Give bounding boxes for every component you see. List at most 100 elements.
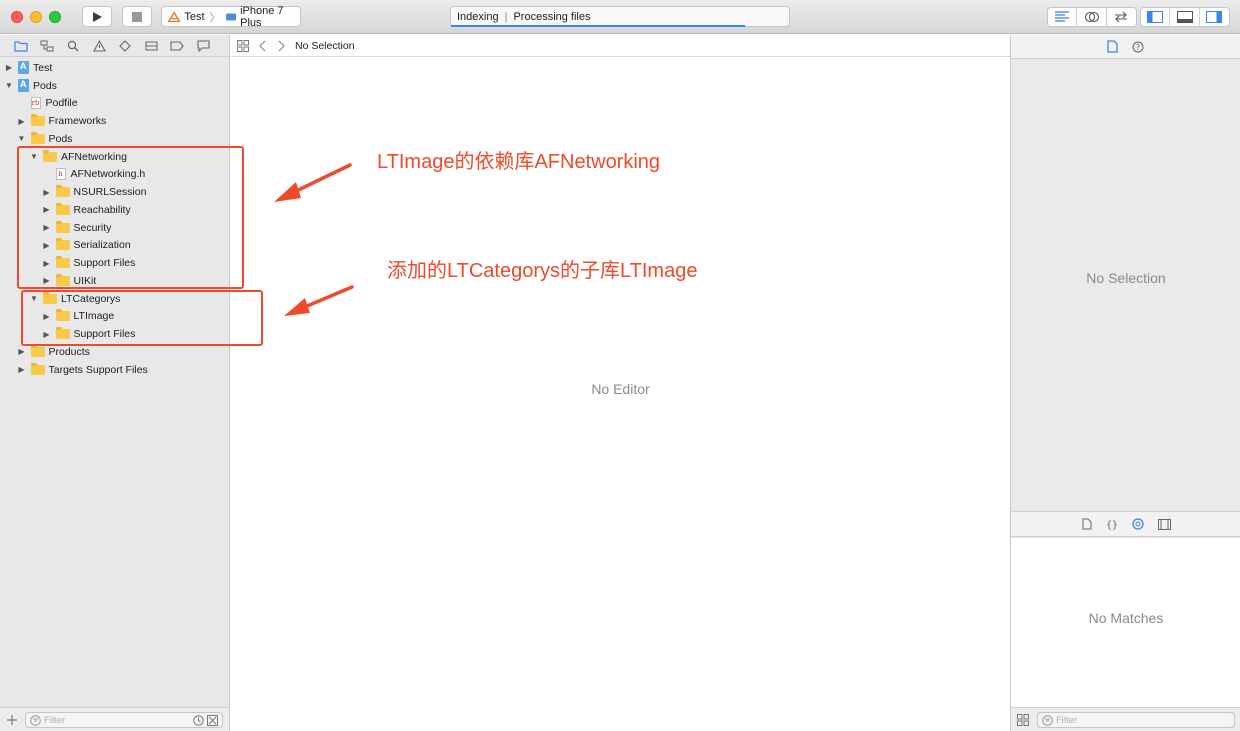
tree-row-label: Products: [48, 345, 90, 358]
issue-navigator-tab[interactable]: [92, 39, 106, 53]
find-navigator-tab[interactable]: [66, 39, 80, 53]
disclosure-expanded-icon[interactable]: ▼: [17, 134, 27, 143]
media-library-icon[interactable]: [1157, 518, 1171, 530]
search-icon: [67, 40, 79, 51]
scheme-device-label: iPhone 7 Plus: [240, 4, 284, 29]
folder-icon: [14, 40, 28, 52]
file-template-icon[interactable]: [1082, 518, 1092, 530]
assistant-editor-button[interactable]: [1077, 8, 1107, 26]
chevron-left-icon[interactable]: [259, 40, 267, 52]
source-control-icon: [40, 40, 54, 51]
debug-gauge-icon: [145, 41, 157, 50]
navigator-tab-bar: [0, 35, 229, 57]
tree-row-label: Test: [33, 61, 53, 74]
xcode-project-icon: [18, 61, 29, 75]
inspector-tab-bar: ?: [1011, 35, 1240, 59]
object-library-icon[interactable]: [1131, 518, 1144, 530]
disclosure-collapsed-icon[interactable]: ▶: [17, 117, 27, 126]
linked-circles-icon: [1084, 11, 1099, 23]
filter-icon: [30, 715, 41, 726]
library-empty-label: No Matches: [1088, 610, 1164, 626]
standard-editor-button[interactable]: [1048, 8, 1078, 26]
xcode-project-icon: [18, 79, 29, 93]
scm-filter-icon[interactable]: [207, 715, 218, 726]
library-tab-bar: {}: [1011, 511, 1240, 537]
related-items-grid-icon[interactable]: [237, 39, 249, 52]
tree-row[interactable]: ▶ Frameworks: [0, 112, 229, 130]
folder-icon: [30, 114, 45, 127]
afnetworking-highlight-box: [17, 146, 244, 289]
bottom-panel-icon: [1176, 11, 1193, 23]
scheme-selector[interactable]: Test 〉 iPhone 7 Plus: [161, 4, 301, 29]
xcode-app-icon: [168, 10, 181, 22]
chevron-right-icon[interactable]: [277, 40, 285, 52]
tree-row[interactable]: ▶ Targets Support Files: [0, 361, 229, 379]
navigator-filter-placeholder: Filter: [44, 714, 66, 726]
library-filter-placeholder: Filter: [1056, 714, 1078, 726]
close-window-button[interactable]: [11, 11, 23, 23]
tree-row-label: Podfile: [45, 97, 78, 110]
play-icon: [93, 11, 102, 22]
annotation-arrow-icon: [274, 163, 352, 202]
library-filter-input[interactable]: Filter: [1037, 712, 1235, 728]
code-snippet-icon[interactable]: {}: [1106, 518, 1118, 530]
grid-view-icon[interactable]: [1017, 714, 1029, 726]
jump-bar: No Selection: [231, 35, 1010, 57]
debug-navigator-tab[interactable]: [144, 39, 158, 53]
toolbar: Test 〉 iPhone 7 Plus Indexing | Processi…: [0, 0, 1240, 34]
toggle-debug-area-button[interactable]: [1170, 8, 1200, 26]
minimize-window-button[interactable]: [30, 11, 42, 23]
scheme-target-label: Test: [184, 10, 205, 23]
afnetworking-annotation-text: LTImage的依赖库AFNetworking: [377, 151, 661, 173]
inspector-empty-label: No Selection: [1086, 270, 1166, 286]
warning-icon: [92, 39, 106, 52]
breakpoint-navigator-tab[interactable]: [170, 39, 184, 53]
project-navigator: ▶Test▼PodsrbPodfile▶Frameworks▼Pods▼AFNe…: [0, 35, 230, 731]
toggle-navigator-button[interactable]: [1141, 8, 1171, 26]
breakpoint-icon: [170, 40, 184, 51]
help-icon[interactable]: ?: [1132, 41, 1144, 53]
tree-row[interactable]: ▶ Test: [0, 59, 229, 77]
folder-icon: [30, 131, 45, 144]
tree-row-label: Pods: [33, 79, 57, 92]
stop-button[interactable]: [122, 6, 152, 27]
annotation-arrow-icon: [284, 285, 354, 316]
file-inspector-icon[interactable]: [1107, 40, 1118, 53]
filter-icon: [1042, 715, 1053, 726]
chevron-right-icon: 〉: [209, 11, 221, 24]
disclosure-collapsed-icon[interactable]: ▶: [4, 63, 14, 72]
library-list: No Matches: [1011, 538, 1240, 707]
activity-viewer: Indexing | Processing files: [450, 6, 790, 27]
activity-progress-fill: [451, 25, 746, 27]
disclosure-collapsed-icon[interactable]: ▶: [17, 365, 27, 374]
run-button[interactable]: [82, 6, 112, 27]
tree-row-label: Targets Support Files: [48, 363, 148, 376]
swap-arrows-icon: [1115, 11, 1128, 23]
no-editor-placeholder: No Editor: [591, 381, 650, 397]
disclosure-collapsed-icon[interactable]: ▶: [17, 347, 27, 356]
editor-mode-control: [1047, 7, 1137, 27]
tree-row[interactable]: ▼ Pods: [0, 77, 229, 95]
folder-icon: [30, 362, 45, 375]
utilities-pane: ? No Selection {} No Matches Filter: [1010, 35, 1240, 731]
tree-row-label: Pods: [48, 132, 73, 145]
toggle-inspector-button[interactable]: [1200, 8, 1229, 26]
test-navigator-tab[interactable]: [118, 39, 132, 53]
version-editor-button[interactable]: [1107, 8, 1136, 26]
project-navigator-tab[interactable]: [14, 39, 28, 53]
stop-icon: [132, 11, 142, 22]
activity-divider: |: [504, 10, 508, 23]
jump-bar-selection[interactable]: No Selection: [295, 40, 355, 52]
zoom-window-button[interactable]: [49, 11, 61, 23]
navigator-filter-input[interactable]: Filter: [25, 712, 223, 728]
tree-row[interactable]: rb Podfile: [0, 95, 229, 113]
svg-text:?: ?: [1136, 43, 1140, 52]
library-filter-bar: Filter: [1011, 707, 1240, 731]
disclosure-expanded-icon[interactable]: ▼: [4, 81, 14, 90]
source-control-tab[interactable]: [40, 39, 54, 53]
view-toggle-control: [1140, 7, 1230, 27]
recent-files-icon[interactable]: [193, 715, 204, 726]
report-navigator-tab[interactable]: [196, 39, 210, 53]
ruby-file-icon: rb: [30, 97, 41, 110]
add-icon[interactable]: [7, 715, 17, 725]
